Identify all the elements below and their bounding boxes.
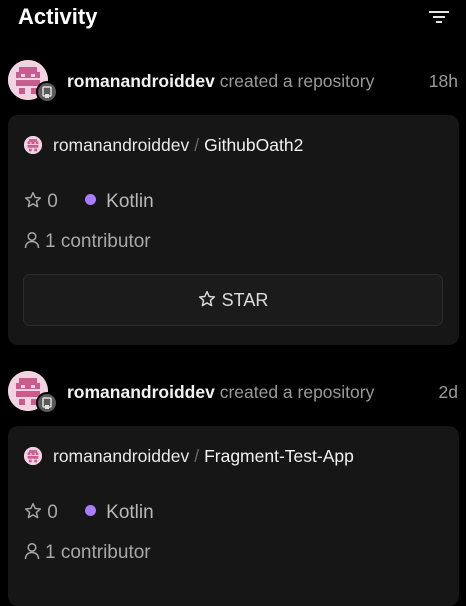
event-action: created a repository — [219, 71, 375, 91]
person-icon — [24, 542, 40, 560]
person-icon — [24, 231, 40, 249]
page-title: Activity — [18, 4, 98, 29]
repo-stats: 0 Kotlin — [24, 189, 154, 215]
language-color-dot — [85, 505, 97, 516]
event-timestamp: 2d — [438, 382, 458, 402]
header-bar: Activity — [0, 0, 466, 44]
user-avatar[interactable] — [8, 60, 58, 103]
star-outline-icon — [198, 290, 215, 307]
repo-card[interactable]: romanandroiddev / Fragment-Test-App 0 Kotl… — [8, 426, 459, 606]
repo-icon — [42, 86, 52, 98]
repo-name: Fragment-Test-App — [204, 446, 354, 466]
contributor-count: 1 contributor — [45, 231, 151, 252]
repo-owner: romanandroiddev — [53, 135, 190, 155]
repo-language: Kotlin — [106, 191, 154, 212]
event-username[interactable]: romanandroiddev — [67, 382, 215, 402]
star-button[interactable]: STAR — [23, 274, 443, 326]
repo-icon — [42, 397, 52, 409]
repo-name: GithubOath2 — [204, 135, 304, 155]
filter-icon[interactable] — [428, 8, 450, 26]
repo-separator: / — [194, 135, 200, 155]
star-outline-icon — [24, 502, 42, 519]
repo-stats: 0 Kotlin — [24, 500, 154, 526]
user-avatar[interactable] — [8, 371, 58, 414]
event-username[interactable]: romanandroiddev — [67, 71, 215, 91]
star-button-label: STAR — [221, 290, 269, 310]
repo-separator: / — [194, 446, 200, 466]
repo-badge — [36, 392, 58, 414]
event-action: created a repository — [219, 382, 375, 402]
repo-badge — [36, 81, 58, 103]
owner-avatar — [24, 136, 42, 154]
event-timestamp: 18h — [428, 71, 458, 91]
event-description: romanandroiddev created a repository — [67, 70, 374, 92]
repo-contributors: 1 contributor — [24, 229, 151, 255]
repo-card[interactable]: romanandroiddev / GithubOath2 0 Kotlin 1 c… — [8, 115, 459, 345]
event-description: romanandroiddev created a repository — [67, 381, 374, 403]
language-color-dot — [85, 194, 97, 205]
repo-contributors: 1 contributor — [24, 540, 151, 566]
repo-language: Kotlin — [106, 502, 154, 523]
star-count: 0 — [47, 502, 58, 523]
contributor-count: 1 contributor — [45, 542, 151, 563]
star-outline-icon — [24, 191, 42, 208]
identicon-avatar-icon — [24, 136, 42, 154]
identicon-avatar-icon — [24, 447, 42, 465]
repo-owner: romanandroiddev — [53, 446, 190, 466]
star-count: 0 — [47, 191, 58, 212]
owner-avatar — [24, 447, 42, 465]
